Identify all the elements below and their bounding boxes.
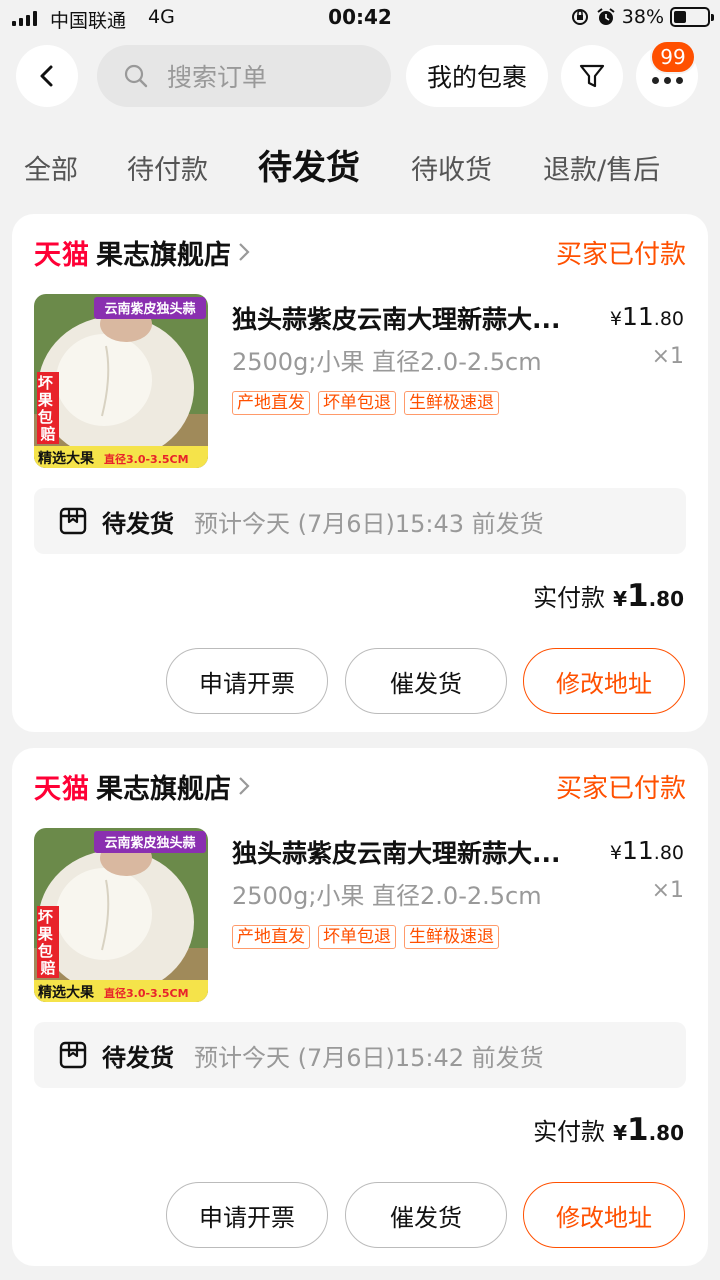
search-input[interactable]: 搜索订单 (97, 45, 391, 107)
tab-all[interactable]: 全部 (24, 148, 78, 187)
shipping-eta: 预计今天 (7月6日)15:43 前发货 (194, 509, 544, 538)
image-caption-top: 云南紫皮独头蒜 (104, 301, 195, 317)
search-icon (124, 64, 148, 88)
message-count-badge: 99 (650, 40, 696, 74)
image-caption-left: 坏 果 包 赔 (37, 908, 58, 977)
shipping-status-label: 待发货 (102, 1043, 174, 1072)
amount-paid-currency: ¥ (613, 1121, 627, 1145)
product-image[interactable]: 云南紫皮独头蒜 坏 果 包 赔 精选大果 直径3.0-3.5CM (34, 294, 208, 468)
image-caption-top: 云南紫皮独头蒜 (104, 835, 195, 851)
image-caption-size: 直径3.0-3.5CM (104, 986, 189, 1000)
image-caption-bottom: 精选大果 (38, 984, 95, 1001)
tab-pending-shipment[interactable]: 待发货 (258, 140, 360, 189)
service-tag: 产地直发 (232, 391, 310, 415)
modify-address-button[interactable]: 修改地址 (523, 1182, 685, 1248)
package-box-icon (59, 507, 87, 535)
urge-shipment-button[interactable]: 催发货 (345, 648, 507, 714)
product-title[interactable]: 独头蒜紫皮云南大理新蒜大... (232, 834, 592, 870)
tab-pending-payment[interactable]: 待付款 (127, 148, 208, 187)
price-decimal: .80 (653, 308, 684, 330)
price-decimal: .80 (653, 842, 684, 864)
chevron-right-icon (237, 775, 251, 797)
shipping-eta: 预计今天 (7月6日)15:42 前发货 (194, 1043, 544, 1072)
amount-paid: 实付款 ¥ 1 .80 (533, 578, 684, 614)
urge-shipment-button[interactable]: 催发货 (345, 1182, 507, 1248)
service-tags: 产地直发 坏单包退 生鲜极速退 (232, 391, 499, 415)
order-card[interactable]: 天猫 果志旗舰店 买家已付款 云南紫皮独头蒜 坏 果 包 赔 精选大果 直径3.… (12, 748, 708, 1266)
order-status: 买家已付款 (555, 240, 686, 270)
modify-address-button[interactable]: 修改地址 (523, 648, 685, 714)
amount-paid-label: 实付款 (533, 584, 606, 612)
product-sku: 2500g;小果 直径2.0-2.5cm (232, 882, 542, 910)
order-tabs: 全部 待付款 待发货 待收货 退款/售后 (0, 140, 720, 200)
product-sku: 2500g;小果 直径2.0-2.5cm (232, 348, 542, 376)
image-caption-left-3: 包 (38, 942, 53, 960)
package-box-icon (59, 1041, 87, 1069)
service-tag: 生鲜极速退 (404, 925, 499, 949)
request-invoice-button[interactable]: 申请开票 (166, 648, 328, 714)
amount-paid-decimal: .80 (648, 587, 684, 611)
image-caption-left-2: 果 (37, 925, 54, 943)
back-button[interactable] (16, 45, 78, 107)
amount-paid: 实付款 ¥ 1 .80 (533, 1112, 684, 1148)
filter-button[interactable] (561, 45, 623, 107)
tmall-logo: 天猫 (34, 239, 90, 271)
battery-icon (670, 7, 714, 27)
chevron-right-icon (237, 241, 251, 263)
product-quantity: ×1 (651, 878, 684, 903)
filter-icon (579, 64, 605, 88)
amount-paid-integer: 1 (626, 578, 649, 614)
image-caption-left-1: 坏 (38, 374, 53, 392)
price-currency: ¥ (609, 308, 622, 330)
shipping-status-box[interactable]: 待发货 预计今天 (7月6日)15:42 前发货 (34, 1022, 686, 1088)
store-header[interactable]: 天猫 果志旗舰店 买家已付款 (34, 766, 686, 806)
back-arrow-icon (40, 65, 53, 87)
image-caption-left-2: 果 (37, 391, 54, 409)
order-status: 买家已付款 (555, 774, 686, 804)
rotation-lock-icon (571, 9, 588, 25)
price-integer: 11 (621, 302, 654, 331)
image-caption-left: 坏 果 包 赔 (37, 374, 58, 443)
more-icon (651, 76, 683, 84)
product-quantity: ×1 (651, 344, 684, 369)
price-currency: ¥ (609, 842, 622, 864)
product-image[interactable]: 云南紫皮独头蒜 坏 果 包 赔 精选大果 直径3.0-3.5CM (34, 828, 208, 1002)
shipping-status-label: 待发货 (102, 509, 174, 538)
product-price: ¥11.80 (610, 302, 684, 331)
search-placeholder: 搜索订单 (167, 63, 268, 92)
service-tag: 生鲜极速退 (404, 391, 499, 415)
product-price: ¥11.80 (610, 836, 684, 865)
service-tags: 产地直发 坏单包退 生鲜极速退 (232, 925, 499, 949)
shipping-status-box[interactable]: 待发货 预计今天 (7月6日)15:43 前发货 (34, 488, 686, 554)
service-tag: 坏单包退 (318, 925, 396, 949)
amount-paid-currency: ¥ (613, 587, 627, 611)
request-invoice-button[interactable]: 申请开票 (166, 1182, 328, 1248)
amount-paid-decimal: .80 (648, 1121, 684, 1145)
service-tag: 坏单包退 (318, 391, 396, 415)
status-bar: 中国联通 4G 00:42 38% (0, 0, 720, 36)
image-caption-left-4: 赔 (40, 959, 55, 977)
image-caption-left-1: 坏 (38, 908, 53, 926)
battery-percent: 38% (621, 6, 664, 28)
image-caption-left-3: 包 (38, 408, 53, 426)
image-caption-size: 直径3.0-3.5CM (104, 452, 189, 466)
store-name[interactable]: 果志旗舰店 (96, 767, 231, 806)
top-navigation: 搜索订单 我的包裹 (0, 45, 720, 109)
amount-paid-label: 实付款 (533, 1118, 606, 1146)
price-integer: 11 (621, 836, 654, 865)
amount-paid-integer: 1 (626, 1112, 649, 1148)
service-tag: 产地直发 (232, 925, 310, 949)
image-caption-bottom: 精选大果 (38, 450, 95, 467)
alarm-icon (597, 8, 615, 25)
tab-pending-receipt[interactable]: 待收货 (411, 148, 492, 187)
my-packages-button[interactable]: 我的包裹 (406, 45, 548, 107)
tab-refund-aftersale[interactable]: 退款/售后 (543, 148, 660, 187)
product-title[interactable]: 独头蒜紫皮云南大理新蒜大... (232, 300, 592, 336)
store-header[interactable]: 天猫 果志旗舰店 买家已付款 (34, 232, 686, 272)
order-card[interactable]: 天猫 果志旗舰店 买家已付款 云南紫皮独头蒜 坏 果 包 赔 精选大果 直径3.… (12, 214, 708, 732)
image-caption-left-4: 赔 (40, 425, 55, 443)
store-name[interactable]: 果志旗舰店 (96, 233, 231, 272)
tmall-logo: 天猫 (34, 773, 90, 805)
